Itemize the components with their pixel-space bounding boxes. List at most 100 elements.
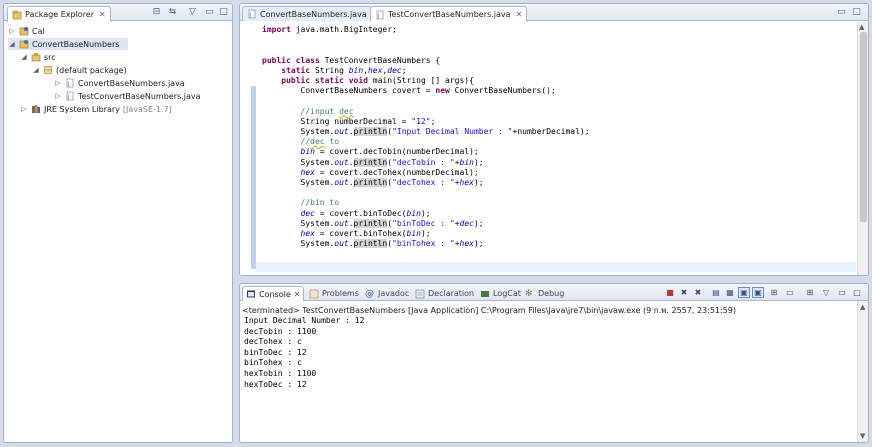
- package-explorer-panel: Package Explorer ✕ ⊟ ⇆ ▽ ▭ □ ▷ Cal ◢ Con…: [3, 3, 233, 443]
- code-editor[interactable]: import java.math.BigInteger; public clas…: [240, 22, 868, 275]
- javadoc-icon: @: [365, 288, 374, 299]
- console-line: hexTobin : 1100: [244, 368, 317, 378]
- link-with-editor-icon[interactable]: ⇆: [167, 7, 178, 18]
- editor-panel: J ConvertBaseNumbers.java J TestConvertB…: [239, 3, 869, 276]
- editor-tabbar: J ConvertBaseNumbers.java J TestConvertB…: [240, 4, 868, 22]
- maximize-icon[interactable]: □: [851, 287, 863, 298]
- tree-item-testconvertbasenumbers-java[interactable]: ▷ J TestConvertBaseNumbers.java: [54, 90, 200, 102]
- pin-console-icon[interactable]: ⊞: [768, 287, 780, 298]
- tab-label: Debug: [538, 289, 565, 298]
- view-menu-icon[interactable]: ▽: [820, 287, 832, 298]
- tab-package-explorer[interactable]: Package Explorer ✕: [7, 6, 111, 22]
- tab-testconvertbasenumbers-java[interactable]: J TestConvertBaseNumbers.java ✕: [370, 6, 528, 22]
- remove-all-terminated-icon[interactable]: ✖: [692, 287, 704, 298]
- scroll-down-icon[interactable]: ▼: [860, 432, 865, 440]
- tab-logcat[interactable]: LogCat: [477, 286, 524, 301]
- svg-text:J: J: [67, 82, 69, 88]
- java-file-icon: J: [248, 9, 256, 19]
- tab-package-explorer-label: Package Explorer: [25, 10, 95, 19]
- display-console-icon[interactable]: ▭: [784, 287, 796, 298]
- scroll-lock-icon[interactable]: ▦: [724, 287, 736, 298]
- tab-label: TestConvertBaseNumbers.java: [388, 10, 511, 19]
- library-icon: [32, 105, 40, 113]
- console-tabbar: Console ✕ Problems @ Javadoc Declaration…: [240, 284, 868, 301]
- scroll-up-icon[interactable]: ▲: [860, 303, 865, 311]
- change-marker: [251, 86, 256, 269]
- java-project-icon: [19, 40, 29, 49]
- tree-item-label: src: [44, 52, 56, 62]
- declaration-icon: [415, 289, 425, 298]
- console-line: hexToDec : 12: [244, 379, 307, 389]
- clear-console-icon[interactable]: ▤: [710, 287, 722, 298]
- collapse-icon[interactable]: ◢: [32, 66, 40, 74]
- tab-debug[interactable]: ✻ Debug: [522, 286, 567, 301]
- expand-icon[interactable]: ▷: [20, 105, 28, 113]
- expand-icon[interactable]: ▷: [54, 79, 62, 87]
- expand-icon[interactable]: ▷: [8, 27, 16, 35]
- tree-item-label: TestConvertBaseNumbers.java: [78, 91, 201, 101]
- tab-label: Declaration: [428, 289, 475, 298]
- view-menu-icon[interactable]: ▽: [187, 7, 198, 18]
- package-explorer-tabbar: Package Explorer ✕ ⊟ ⇆ ▽ ▭ □: [4, 4, 232, 22]
- maximize-icon[interactable]: □: [218, 7, 229, 18]
- close-icon[interactable]: ✕: [99, 10, 106, 19]
- tree-item-label: JRE System Library: [44, 104, 120, 114]
- tab-declaration[interactable]: Declaration: [412, 286, 477, 301]
- tree-item-convertbasenumbers[interactable]: ◢ ConvertBaseNumbers: [8, 38, 128, 50]
- expand-icon[interactable]: ▷: [54, 92, 62, 100]
- console-line: binTohex : c: [244, 358, 302, 368]
- tree-item-label: ConvertBaseNumbers.java: [78, 78, 185, 88]
- show-on-error-icon[interactable]: ▣: [752, 287, 764, 298]
- java-file-icon: J: [66, 91, 74, 101]
- problems-icon: [309, 289, 319, 298]
- console-output[interactable]: Input Decimal Number : 12 decTobin : 1100…: [244, 316, 364, 390]
- logcat-icon: [481, 290, 489, 297]
- tree-item-default-package[interactable]: ◢ (default package): [32, 64, 126, 76]
- tab-label: Javadoc: [378, 289, 410, 298]
- scroll-up-icon[interactable]: ▲: [859, 23, 864, 31]
- tab-javadoc[interactable]: @ Javadoc: [362, 286, 412, 301]
- editor-ruler: [240, 22, 256, 275]
- tab-convertbasenumbers-java[interactable]: J ConvertBaseNumbers.java: [242, 6, 372, 21]
- open-console-icon[interactable]: ⊞: [804, 287, 816, 298]
- debug-icon: ✻: [525, 288, 533, 299]
- tree-item-decoration: [JavaSE-1.7]: [122, 104, 172, 114]
- java-project-icon: [19, 27, 29, 36]
- java-file-icon: J: [376, 10, 384, 19]
- console-line: decTobin : 1100: [244, 326, 317, 336]
- tab-label: Problems: [322, 289, 359, 298]
- package-explorer-icon: [12, 10, 22, 19]
- source-folder-icon: [31, 53, 41, 62]
- scroll-thumb[interactable]: [860, 32, 867, 222]
- tab-label: ConvertBaseNumbers.java: [260, 9, 367, 19]
- minimize-icon[interactable]: ▭: [204, 7, 215, 18]
- tree-item-jre-system-library[interactable]: ▷ JRE System Library [JavaSE-1.7]: [20, 103, 172, 115]
- console-icon: [247, 290, 255, 298]
- remove-launch-icon[interactable]: ✖: [678, 287, 690, 298]
- minimize-icon[interactable]: ▭: [836, 7, 847, 18]
- tab-problems[interactable]: Problems: [306, 286, 362, 301]
- collapse-all-icon[interactable]: ⊟: [151, 7, 162, 18]
- tree-item-cal[interactable]: ▷ Cal: [8, 25, 44, 37]
- tab-console[interactable]: Console ✕: [242, 286, 305, 301]
- code-text[interactable]: import java.math.BigInteger; public clas…: [262, 25, 590, 249]
- collapse-icon[interactable]: ◢: [20, 53, 28, 61]
- tree-item-convertbasenumbers-java[interactable]: ▷ J ConvertBaseNumbers.java: [54, 77, 185, 89]
- console-line: binToDec : 12: [244, 347, 307, 357]
- maximize-icon[interactable]: □: [851, 7, 862, 18]
- terminate-icon[interactable]: ■: [664, 287, 676, 298]
- close-icon[interactable]: ✕: [294, 290, 301, 299]
- java-file-icon: J: [66, 78, 74, 88]
- collapse-icon[interactable]: ◢: [8, 40, 16, 48]
- close-icon[interactable]: ✕: [515, 10, 522, 19]
- minimize-icon[interactable]: ▭: [836, 287, 848, 298]
- console-panel: Console ✕ Problems @ Javadoc Declaration…: [239, 283, 869, 443]
- package-icon: [44, 66, 52, 74]
- package-tree: ▷ Cal ◢ ConvertBaseNumbers ◢ src ◢ (defa…: [4, 22, 232, 442]
- svg-text:J: J: [377, 13, 379, 19]
- tree-item-src[interactable]: ◢ src: [20, 51, 56, 63]
- show-on-output-icon[interactable]: ▣: [738, 287, 750, 298]
- editor-scrollbar[interactable]: ▲: [857, 22, 868, 275]
- svg-text:J: J: [249, 13, 251, 19]
- console-scrollbar[interactable]: ▲ ▼: [857, 301, 868, 442]
